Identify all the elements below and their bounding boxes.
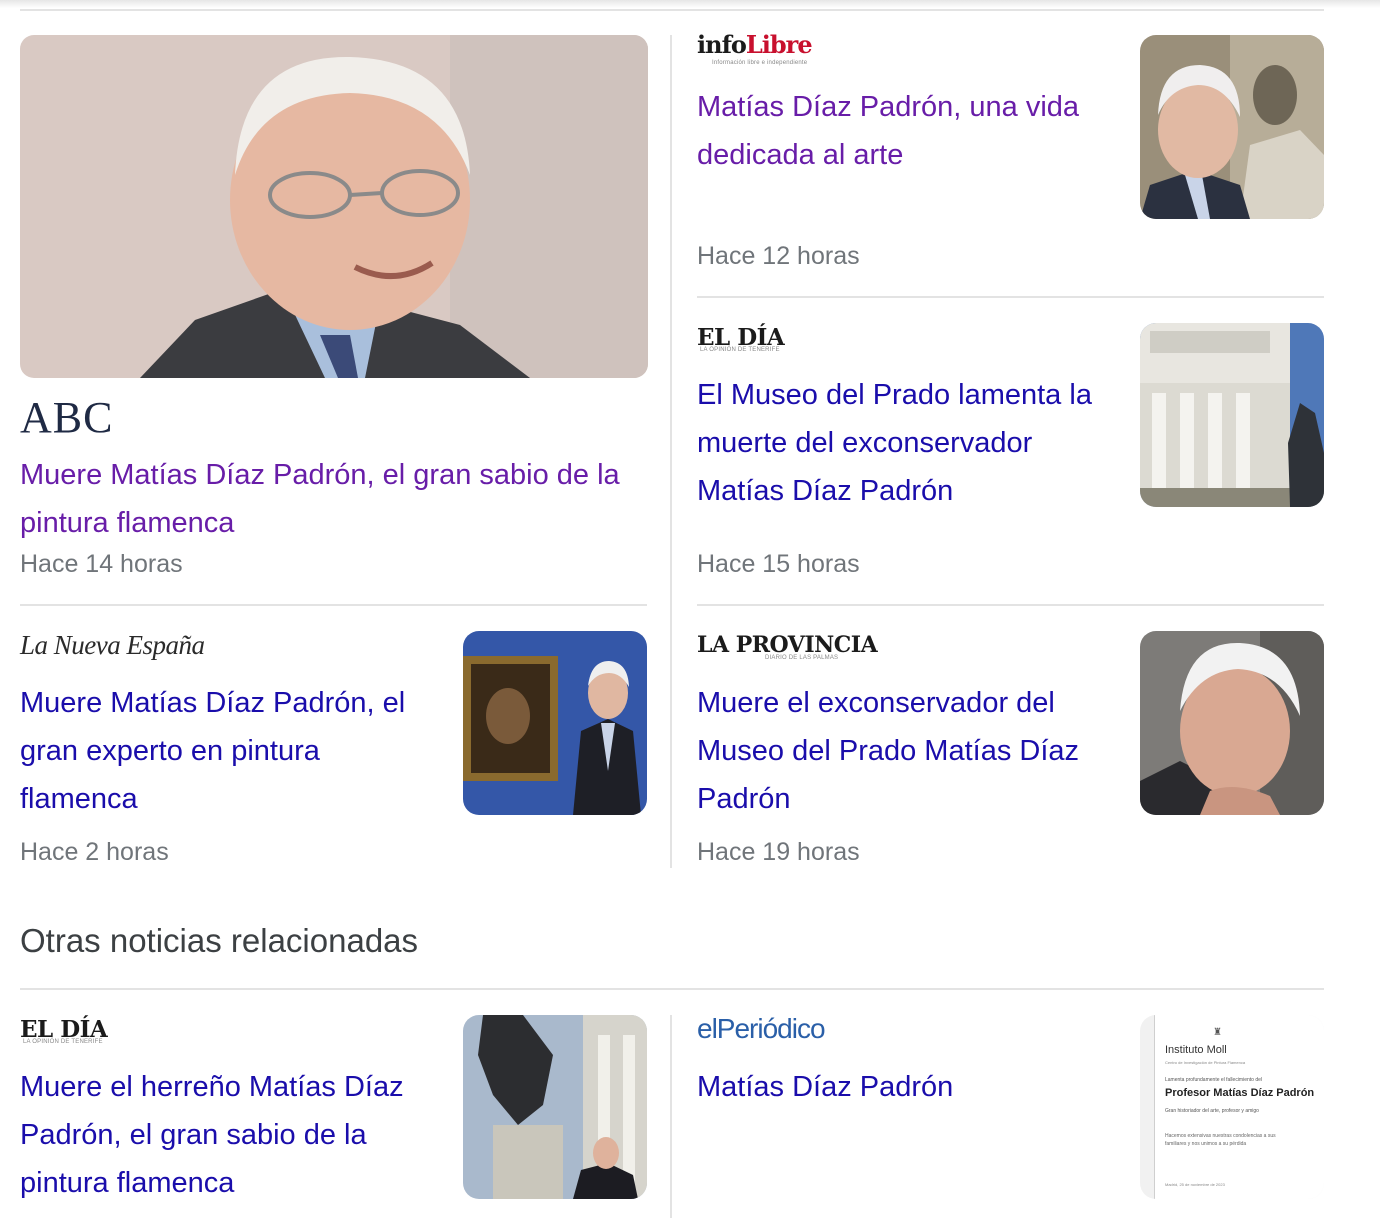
divider-left-1 xyxy=(20,604,647,606)
source-logo-el-periodico: elPeriódico xyxy=(697,1013,826,1044)
obituary-name: Profesor Matías Díaz Padrón xyxy=(1165,1087,1315,1099)
article-image-la-provincia[interactable] xyxy=(1140,631,1324,815)
obituary-paper: ♜ Instituto Moll Centro de Investigación… xyxy=(1154,1015,1324,1199)
source-logo-abc: ABC xyxy=(20,393,114,442)
infolibre-tagline: Información libre e independiente xyxy=(712,60,808,66)
article-image-abc[interactable] xyxy=(20,35,648,378)
divider-top xyxy=(20,9,1324,11)
logo-libre-text: Libre xyxy=(745,30,813,59)
section-title-related: Otras noticias relacionadas xyxy=(20,922,419,959)
el-dia-tagline-2: LA OPINIÓN DE TENERIFE xyxy=(23,1039,103,1045)
headline-el-periodico[interactable]: Matías Díaz Padrón xyxy=(697,1063,1097,1111)
obituary-date: Madrid, 25 de noviembre de 2023 xyxy=(1165,1182,1225,1187)
timestamp-la-nueva-espana: Hace 2 horas xyxy=(20,838,169,866)
source-logo-infolibre: infoLibre xyxy=(697,30,813,59)
el-dia-tagline: LA OPINIÓN DE TENERIFE xyxy=(700,347,780,353)
obituary-lament: Lamenta profundamente el fallecimiento d… xyxy=(1165,1077,1263,1083)
article-image-obituary[interactable]: ♜ Instituto Moll Centro de Investigación… xyxy=(1140,1015,1324,1199)
timestamp-infolibre: Hace 12 horas xyxy=(697,242,860,270)
divider-right-2 xyxy=(697,604,1324,606)
article-image-infolibre[interactable] xyxy=(1140,35,1324,219)
headline-la-nueva-espana[interactable]: Muere Matías Díaz Padrón, el gran expert… xyxy=(20,679,430,823)
headline-el-dia-prado[interactable]: El Museo del Prado lamenta la muerte del… xyxy=(697,371,1117,515)
timestamp-el-dia-prado: Hace 15 horas xyxy=(697,550,860,578)
column-divider xyxy=(670,35,672,868)
column-divider-related xyxy=(670,1015,672,1218)
obituary-subtitle: Centro de Investigación de Pintura Flame… xyxy=(1165,1060,1246,1065)
headline-infolibre[interactable]: Matías Díaz Padrón, una vida dedicada al… xyxy=(697,83,1097,179)
headline-el-dia-herreno[interactable]: Muere el herreño Matías Díaz Padrón, el … xyxy=(20,1063,430,1207)
obituary-condolences: Hacemos extensivas nuestras condolencias… xyxy=(1165,1133,1276,1147)
article-image-prado[interactable] xyxy=(1140,323,1324,507)
obituary-institution: Instituto Moll xyxy=(1165,1044,1227,1056)
divider-related xyxy=(20,988,1324,990)
article-image-la-nueva-espana[interactable] xyxy=(463,631,647,815)
timestamp-abc: Hace 14 horas xyxy=(20,550,183,578)
crest-icon: ♜ xyxy=(1213,1027,1222,1038)
source-logo-la-nueva-espana: La Nueva España xyxy=(20,630,205,660)
headline-la-provincia[interactable]: Muere el exconservador del Museo del Pra… xyxy=(697,679,1117,823)
timestamp-la-provincia: Hace 19 horas xyxy=(697,838,860,866)
la-provincia-tagline: DIARIO DE LAS PALMAS xyxy=(765,655,839,661)
obituary-role: Gran historiador del arte, profesor y am… xyxy=(1165,1108,1259,1114)
headline-abc[interactable]: Muere Matías Díaz Padrón, el gran sabio … xyxy=(20,451,630,547)
top-shadow xyxy=(0,0,1380,8)
article-image-statue[interactable] xyxy=(463,1015,647,1199)
logo-info-text: info xyxy=(697,30,747,59)
divider-right-1 xyxy=(697,296,1324,298)
